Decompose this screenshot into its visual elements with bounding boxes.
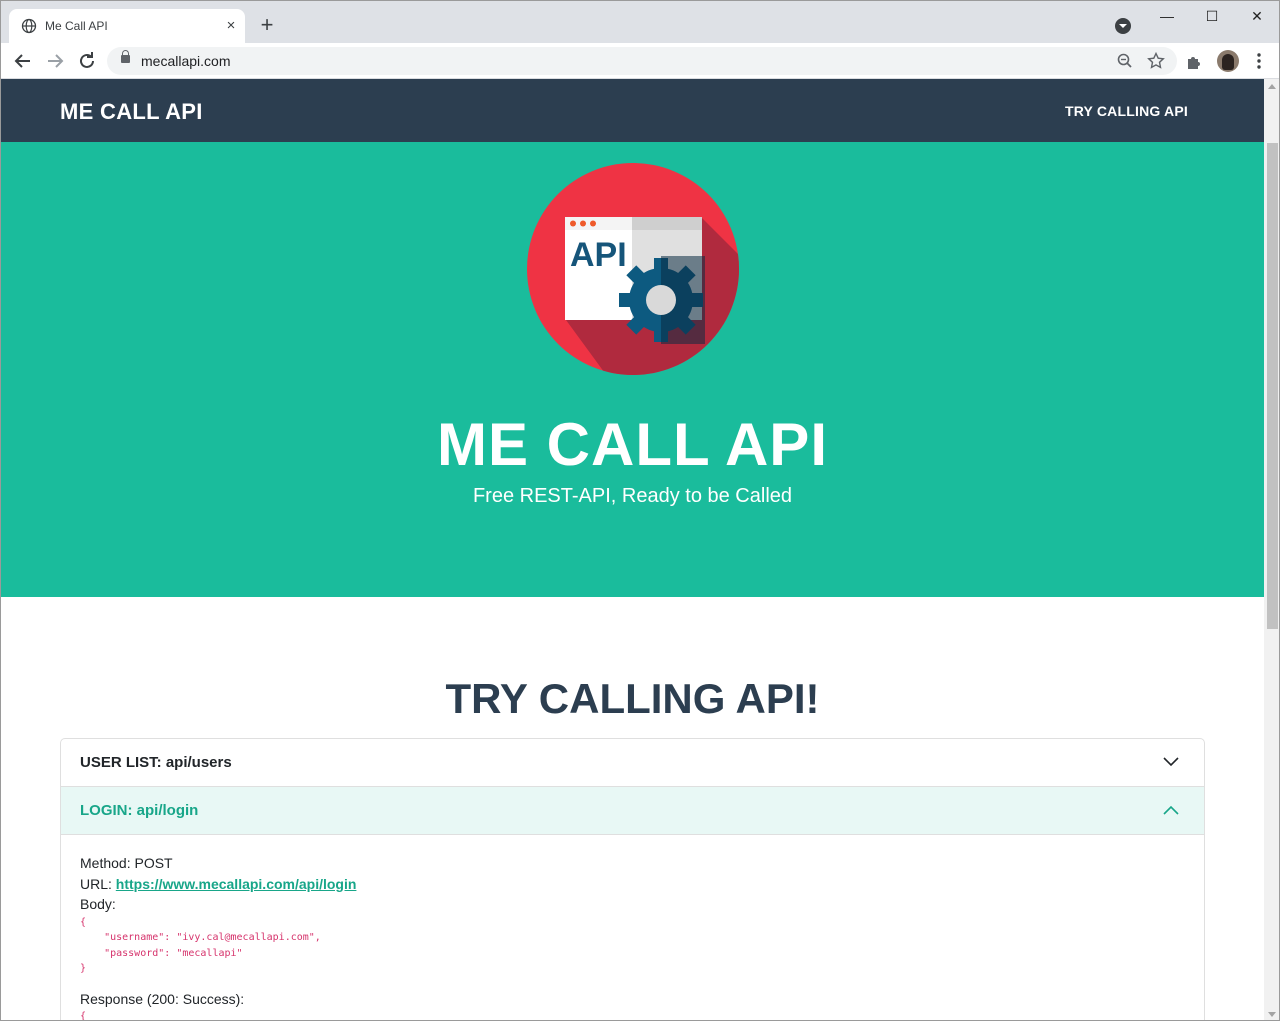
hero-title: ME CALL API	[436, 411, 828, 478]
tab-search-icon[interactable]	[1115, 18, 1131, 34]
scroll-thumb[interactable]	[1267, 143, 1278, 629]
address-bar[interactable]: mecallapi.com	[107, 47, 1177, 75]
accordion-label: USER LIST: api/users	[80, 754, 232, 771]
nav-link-try-calling-api[interactable]: TRY CALLING API	[1065, 103, 1188, 119]
zoom-icon[interactable]	[1115, 51, 1135, 71]
tab-close-icon[interactable]: ×	[221, 16, 241, 36]
new-tab-button[interactable]: +	[255, 14, 279, 38]
reload-icon[interactable]	[75, 49, 99, 73]
page-scrollbar[interactable]	[1264, 79, 1279, 1020]
url-text[interactable]: mecallapi.com	[141, 53, 230, 69]
hero-section: API ME CALL API Free REST-API, Ready to …	[1, 142, 1264, 597]
site-navbar: ME CALL API TRY CALLING API	[1, 79, 1264, 142]
extensions-icon[interactable]	[1183, 49, 1207, 73]
page-viewport: ME CALL API TRY CALLING API API ME CALL …	[1, 79, 1264, 1021]
scroll-up-icon[interactable]	[1268, 84, 1276, 89]
chevron-up-icon	[1163, 805, 1179, 815]
accordion-header-login[interactable]: LOGIN: api/login	[61, 787, 1204, 835]
tab-strip: Me Call API × + — ☐ ✕	[1, 1, 1279, 43]
response-label: Response (200: Success):	[80, 990, 245, 1007]
response-body-code: {	[80, 1011, 87, 1021]
tab-title: Me Call API	[45, 19, 108, 33]
api-url-link[interactable]: https://www.mecallapi.com/api/login	[116, 876, 357, 892]
api-logo-icon: API	[527, 163, 739, 375]
method-line: Method: POST	[80, 853, 1185, 874]
back-arrow-icon[interactable]	[11, 49, 35, 73]
section-title: TRY CALLING API!	[445, 675, 820, 722]
minimize-button[interactable]: —	[1157, 7, 1177, 27]
url-line: URL: https://www.mecallapi.com/api/login	[80, 874, 1185, 895]
chevron-down-icon	[1163, 757, 1179, 767]
browser-toolbar: mecallapi.com	[1, 43, 1279, 79]
close-window-button[interactable]: ✕	[1247, 7, 1267, 27]
scroll-down-icon[interactable]	[1268, 1012, 1276, 1017]
brand-logo-link[interactable]: ME CALL API	[60, 99, 203, 125]
browser-window: Me Call API × + — ☐ ✕ mecallapi.com ME C…	[0, 0, 1280, 1021]
accordion-header-user-list[interactable]: USER LIST: api/users	[61, 739, 1204, 787]
hero-subtitle: Free REST-API, Ready to be Called	[472, 485, 793, 507]
lock-icon	[121, 50, 130, 63]
globe-icon	[21, 18, 37, 34]
forward-arrow-icon[interactable]	[43, 49, 67, 73]
browser-tab[interactable]: Me Call API ×	[9, 9, 245, 43]
menu-icon[interactable]	[1247, 49, 1271, 73]
method-label: Method:	[80, 855, 131, 871]
svg-text:API: API	[570, 236, 627, 274]
maximize-button[interactable]: ☐	[1202, 7, 1222, 27]
accordion-body-login: Method: POST URL: https://www.mecallapi.…	[61, 835, 1204, 1021]
body-label: Body:	[80, 896, 116, 912]
star-icon[interactable]	[1146, 51, 1166, 71]
api-accordion: USER LIST: api/users LOGIN: api/login Me…	[60, 738, 1205, 1021]
request-body-code: { "username": "ivy.cal@mecallapi.com", "…	[80, 916, 321, 975]
accordion-label: LOGIN: api/login	[80, 802, 199, 819]
url-label: URL:	[80, 875, 112, 892]
method-value: POST	[134, 855, 173, 871]
profile-avatar[interactable]	[1217, 50, 1239, 72]
